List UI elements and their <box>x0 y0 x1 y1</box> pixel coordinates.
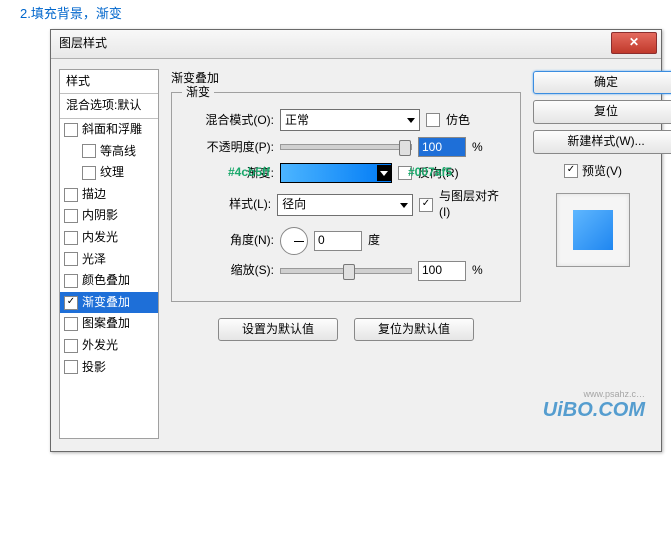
dialog-buttons: 确定 复位 新建样式(W)... 预览(V) <box>533 69 653 439</box>
blend-mode-label: 混合模式(O): <box>184 113 274 129</box>
style-item-label: 内发光 <box>82 230 118 246</box>
style-item-8[interactable]: 渐变叠加 <box>60 292 158 314</box>
style-item-checkbox[interactable] <box>64 123 78 137</box>
opacity-slider[interactable] <box>280 144 412 150</box>
chevron-down-icon <box>377 165 391 181</box>
style-item-0[interactable]: 斜面和浮雕 <box>60 119 158 141</box>
style-item-label: 渐变叠加 <box>82 295 130 311</box>
set-default-button[interactable]: 设置为默认值 <box>218 318 338 342</box>
annotation-color-right: #007af5 <box>408 165 452 181</box>
page-caption: 2.填充背景，渐变 <box>0 0 671 29</box>
annotation-color-left: #4cb5ff <box>228 165 270 181</box>
align-label: 与图层对齐(I) <box>439 189 508 220</box>
gradient-overlay-panel: 渐变叠加 渐变 混合模式(O): 正常 仿色 不透明度(P): 100 % <box>167 69 525 439</box>
angle-unit: 度 <box>368 233 380 249</box>
style-item-checkbox[interactable] <box>64 188 78 202</box>
fieldset-legend: 渐变 <box>182 85 214 101</box>
style-item-label: 描边 <box>82 187 106 203</box>
style-item-5[interactable]: 内发光 <box>60 227 158 249</box>
chevron-down-icon <box>400 203 408 208</box>
style-item-label: 图案叠加 <box>82 316 130 332</box>
style-item-label: 颜色叠加 <box>82 273 130 289</box>
style-item-label: 内阴影 <box>82 208 118 224</box>
preview-label: 预览(V) <box>582 164 622 180</box>
new-style-button[interactable]: 新建样式(W)... <box>533 130 671 154</box>
scale-field[interactable]: 100 <box>418 261 466 281</box>
style-item-10[interactable]: 外发光 <box>60 335 158 357</box>
reset-default-button[interactable]: 复位为默认值 <box>354 318 474 342</box>
scale-label: 缩放(S): <box>184 263 274 279</box>
preview-checkbox[interactable] <box>564 164 578 178</box>
close-icon: ✕ <box>629 35 639 51</box>
gradient-picker[interactable] <box>280 163 392 183</box>
style-item-6[interactable]: 光泽 <box>60 249 158 271</box>
style-select[interactable]: 径向 <box>277 194 413 216</box>
opacity-field[interactable]: 100 <box>418 137 466 157</box>
style-item-checkbox[interactable] <box>64 339 78 353</box>
style-item-checkbox[interactable] <box>64 231 78 245</box>
watermark: www.psahz.c… UiBO.COM <box>543 389 645 422</box>
styles-list: 样式 混合选项:默认 斜面和浮雕等高线纹理描边内阴影内发光光泽颜色叠加渐变叠加图… <box>59 69 159 439</box>
style-item-checkbox[interactable] <box>64 252 78 266</box>
style-item-label: 斜面和浮雕 <box>82 122 142 138</box>
style-item-4[interactable]: 内阴影 <box>60 205 158 227</box>
window-title: 图层样式 <box>59 36 107 52</box>
panel-title: 渐变叠加 <box>171 71 521 87</box>
dither-label: 仿色 <box>446 113 470 129</box>
style-label: 样式(L): <box>184 197 271 213</box>
align-checkbox[interactable] <box>419 198 433 212</box>
style-item-1[interactable]: 等高线 <box>60 141 158 163</box>
opacity-label: 不透明度(P): <box>184 140 274 156</box>
style-item-checkbox[interactable] <box>64 209 78 223</box>
style-item-checkbox[interactable] <box>64 296 78 310</box>
style-item-label: 纹理 <box>100 165 124 181</box>
style-item-checkbox[interactable] <box>82 144 96 158</box>
dither-checkbox[interactable] <box>426 113 440 127</box>
style-item-checkbox[interactable] <box>64 317 78 331</box>
angle-label: 角度(N): <box>184 233 274 249</box>
style-item-2[interactable]: 纹理 <box>60 162 158 184</box>
scale-unit: % <box>472 263 483 279</box>
ok-button[interactable]: 确定 <box>533 71 671 95</box>
chevron-down-icon <box>407 118 415 123</box>
reset-button[interactable]: 复位 <box>533 100 671 124</box>
scale-slider[interactable] <box>280 268 412 274</box>
style-item-checkbox[interactable] <box>64 274 78 288</box>
blend-mode-select[interactable]: 正常 <box>280 109 420 131</box>
blend-options-default[interactable]: 混合选项:默认 <box>60 94 158 119</box>
preview-swatch <box>573 210 613 250</box>
preview-thumbnail <box>556 193 630 267</box>
style-item-checkbox[interactable] <box>82 166 96 180</box>
style-item-3[interactable]: 描边 <box>60 184 158 206</box>
blend-mode-value: 正常 <box>285 113 309 129</box>
style-item-7[interactable]: 颜色叠加 <box>60 270 158 292</box>
style-value: 径向 <box>282 197 306 213</box>
style-item-checkbox[interactable] <box>64 360 78 374</box>
style-item-label: 外发光 <box>82 338 118 354</box>
style-item-label: 光泽 <box>82 252 106 268</box>
styles-header[interactable]: 样式 <box>60 70 158 95</box>
style-item-label: 等高线 <box>100 144 136 160</box>
opacity-unit: % <box>472 140 483 156</box>
style-item-label: 投影 <box>82 360 106 376</box>
style-item-11[interactable]: 投影 <box>60 357 158 379</box>
close-button[interactable]: ✕ <box>611 32 657 54</box>
titlebar: 图层样式 ✕ <box>51 30 661 59</box>
style-item-9[interactable]: 图案叠加 <box>60 313 158 335</box>
angle-field[interactable]: 0 <box>314 231 362 251</box>
angle-dial[interactable] <box>280 227 308 255</box>
